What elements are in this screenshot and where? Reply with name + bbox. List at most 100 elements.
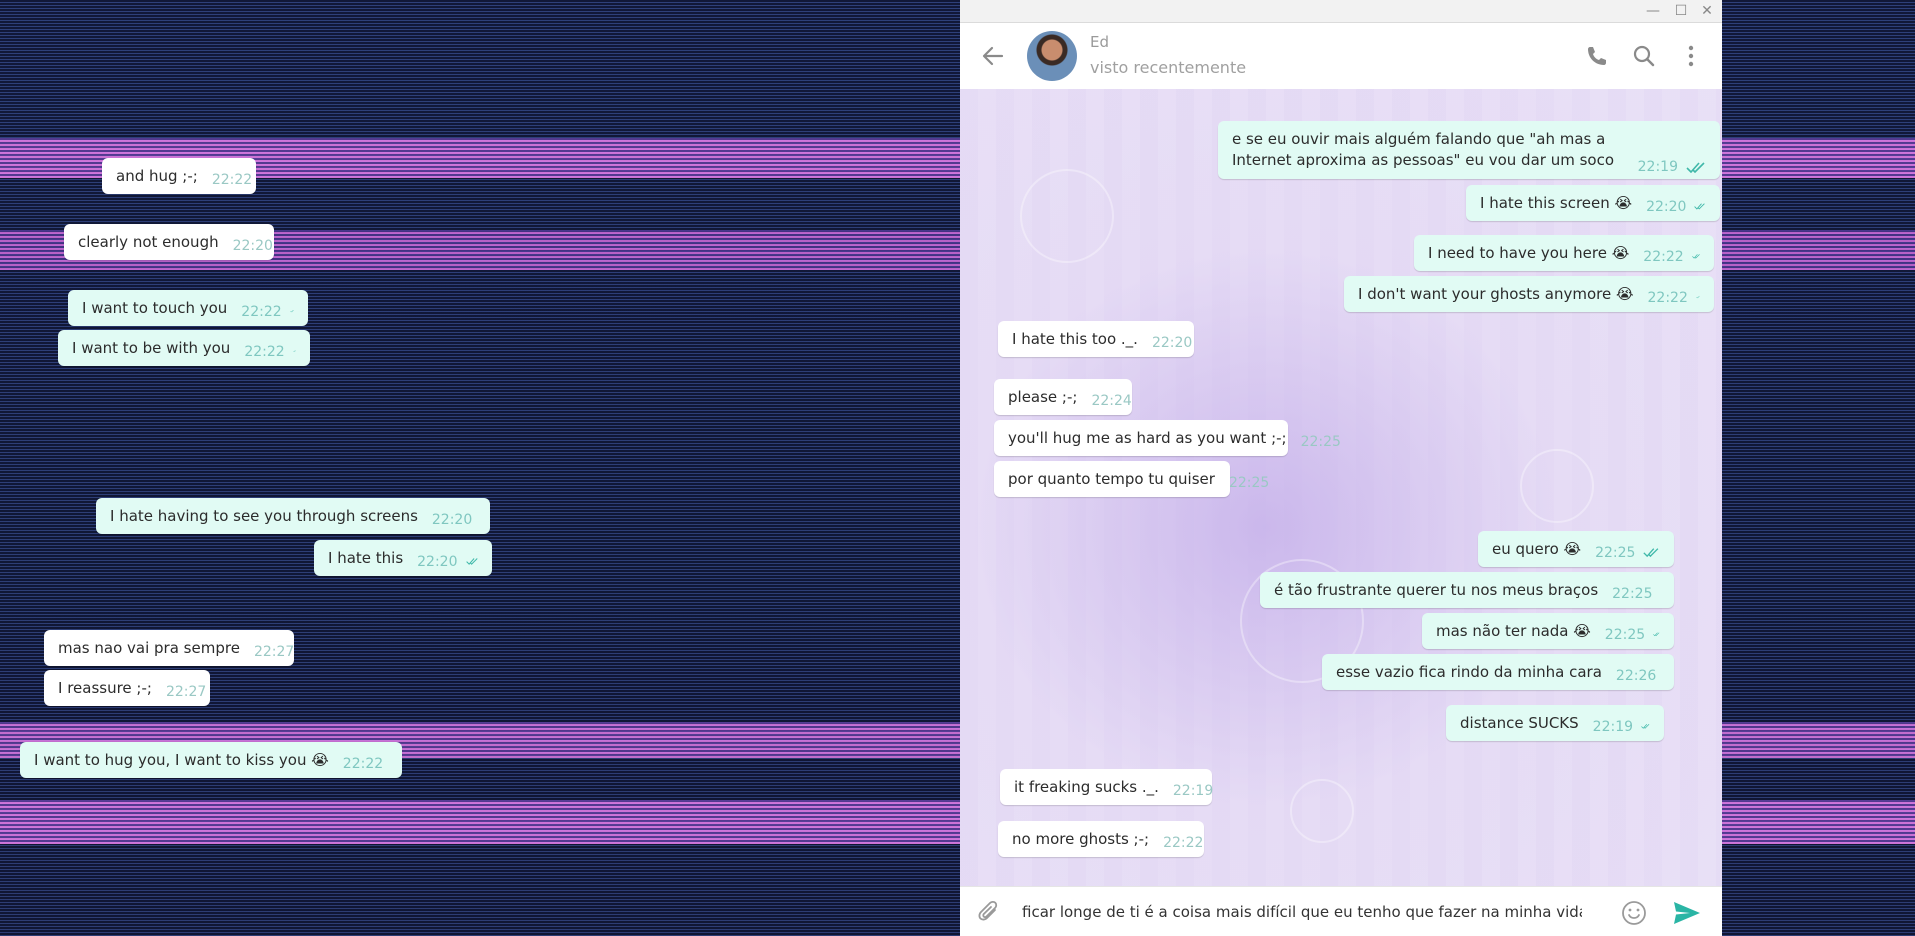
read-ticks-icon bbox=[292, 350, 296, 353]
minimize-button[interactable]: — bbox=[1644, 2, 1662, 20]
paperclip-icon[interactable] bbox=[976, 899, 1002, 925]
message-bubble-incoming[interactable]: it freaking sucks ._. 22:19 bbox=[1000, 769, 1214, 805]
read-ticks-icon bbox=[465, 558, 478, 565]
wallpaper-doodle bbox=[1020, 169, 1114, 263]
message-text: clearly not enough bbox=[78, 233, 219, 251]
emoji-icon[interactable] bbox=[1620, 899, 1648, 927]
bg-message-bubble: I want to touch you 22:22 bbox=[68, 290, 308, 326]
message-bubble-outgoing[interactable]: I need to have you here 😭 22:22 bbox=[1414, 235, 1714, 271]
message-time: 22:22 bbox=[1647, 290, 1688, 306]
contact-status: visto recentemente bbox=[1090, 58, 1247, 77]
message-text: I need to have you here 😭 bbox=[1428, 244, 1630, 262]
bg-message-bubble: I want to be with you 22:22 bbox=[58, 330, 310, 366]
message-list[interactable]: e se eu ouvir mais alguém falando que "a… bbox=[960, 89, 1722, 886]
message-bubble-outgoing[interactable]: I hate this screen 😭 22:20 bbox=[1466, 185, 1720, 221]
message-time: 22:22 bbox=[342, 756, 384, 772]
message-text: I want to touch you bbox=[82, 299, 228, 317]
message-bubble-outgoing[interactable]: esse vazio fica rindo da minha cara 22:2… bbox=[1322, 654, 1674, 690]
send-icon[interactable] bbox=[1672, 899, 1702, 927]
message-text: é tão frustrante querer tu nos meus braç… bbox=[1274, 581, 1599, 599]
message-time: 22:22 bbox=[211, 172, 253, 188]
message-bubble-outgoing[interactable]: mas não ter nada 😭 22:25 bbox=[1422, 613, 1674, 649]
message-text: esse vazio fica rindo da minha cara bbox=[1336, 663, 1602, 681]
avatar[interactable] bbox=[1027, 31, 1077, 81]
message-time: 22:25 bbox=[1300, 434, 1341, 450]
read-ticks-icon bbox=[1695, 296, 1700, 299]
read-ticks-icon bbox=[1694, 203, 1706, 210]
message-time: 22:25 bbox=[1604, 627, 1646, 643]
message-time: 22:19 bbox=[1172, 783, 1214, 799]
message-time: 22:27 bbox=[165, 684, 207, 700]
read-ticks-icon bbox=[1691, 254, 1700, 259]
message-text: I hate having to see you through screens bbox=[110, 507, 418, 525]
contact-name[interactable]: Ed bbox=[1090, 33, 1109, 51]
maximize-button[interactable]: ☐ bbox=[1672, 2, 1690, 20]
read-ticks-icon bbox=[1641, 723, 1650, 729]
message-bubble-outgoing[interactable]: é tão frustrante querer tu nos meus braç… bbox=[1260, 572, 1674, 608]
message-time: 22:26 bbox=[1615, 668, 1657, 684]
message-time: 22:20 bbox=[1646, 199, 1687, 215]
search-icon[interactable] bbox=[1631, 43, 1657, 69]
message-time: 22:22 bbox=[1163, 835, 1204, 851]
message-bubble-incoming[interactable]: no more ghosts ;-; 22:22 bbox=[998, 821, 1204, 857]
message-time: 22:19 bbox=[1592, 719, 1634, 735]
message-text: I hate this bbox=[328, 549, 404, 567]
bg-message-bubble: I hate having to see you through screens… bbox=[96, 498, 490, 534]
message-text: eu quero 😭 bbox=[1492, 540, 1582, 558]
more-vertical-icon[interactable] bbox=[1678, 43, 1704, 69]
message-time: 22:20 bbox=[1151, 335, 1193, 351]
message-text: no more ghosts ;-; bbox=[1012, 830, 1150, 848]
wallpaper-doodle bbox=[1290, 779, 1354, 843]
bg-message-bubble: I hate this 22:20 bbox=[314, 540, 492, 576]
message-time: 22:27 bbox=[253, 644, 295, 660]
message-text: you'll hug me as hard as you want ;-; bbox=[1008, 429, 1287, 447]
read-ticks-icon bbox=[1643, 548, 1659, 558]
back-arrow-icon[interactable] bbox=[980, 43, 1006, 69]
message-time: 22:25 bbox=[1595, 545, 1636, 561]
message-text: I hate this screen 😭 bbox=[1480, 194, 1633, 212]
message-text: mas nao vai pra sempre bbox=[58, 639, 240, 657]
chat-header: Ed visto recentemente bbox=[960, 23, 1722, 89]
bg-message-bubble: I reassure ;-; 22:27 bbox=[44, 670, 210, 706]
chat-window: — ☐ ✕ Ed visto recentemente e se eu ouvi… bbox=[960, 0, 1722, 936]
bg-message-bubble: I want to hug you, I want to kiss you 😭 … bbox=[20, 742, 402, 778]
message-bubble-incoming[interactable]: I hate this too ._. 22:20 bbox=[998, 321, 1194, 357]
message-bubble-outgoing[interactable]: distance SUCKS 22:19 bbox=[1446, 705, 1664, 741]
bg-message-bubble: clearly not enough 22:20 bbox=[64, 224, 274, 260]
message-time: 22:22 bbox=[241, 304, 282, 320]
read-ticks-icon bbox=[1653, 632, 1660, 637]
message-time: 22:25 bbox=[1228, 475, 1270, 491]
message-time: 22:22 bbox=[1643, 249, 1684, 265]
message-text: it freaking sucks ._. bbox=[1014, 778, 1159, 796]
message-text: I hate this too ._. bbox=[1012, 330, 1138, 348]
title-bar: — ☐ ✕ bbox=[960, 0, 1722, 23]
message-bubble-outgoing[interactable]: eu quero 😭 22:25 bbox=[1478, 531, 1674, 567]
message-bubble-incoming[interactable]: you'll hug me as hard as you want ;-; 22… bbox=[994, 420, 1341, 456]
bg-message-bubble: and hug ;-; 22:22 bbox=[102, 158, 256, 194]
message-time: 22:22 bbox=[244, 344, 285, 360]
message-text: mas não ter nada 😭 bbox=[1436, 622, 1591, 640]
message-input[interactable] bbox=[1022, 897, 1582, 927]
message-text: I don't want your ghosts anymore 😭 bbox=[1358, 285, 1634, 303]
message-time: 22:20 bbox=[417, 554, 458, 570]
close-button[interactable]: ✕ bbox=[1698, 2, 1716, 20]
message-bubble-outgoing[interactable]: e se eu ouvir mais alguém falando que "a… bbox=[1218, 121, 1720, 179]
message-text: distance SUCKS bbox=[1460, 714, 1579, 732]
message-bubble-incoming[interactable]: por quanto tempo tu quiser 22:25 bbox=[994, 461, 1269, 497]
composer-bar bbox=[960, 886, 1722, 936]
message-text: por quanto tempo tu quiser bbox=[1008, 470, 1215, 488]
message-time: 22:20 bbox=[431, 512, 473, 528]
read-ticks-icon bbox=[1686, 162, 1705, 173]
message-time: 22:20 bbox=[232, 238, 273, 254]
message-text: I reassure ;-; bbox=[58, 679, 152, 697]
message-bubble-outgoing[interactable]: I don't want your ghosts anymore 😭 22:22 bbox=[1344, 276, 1714, 312]
message-bubble-incoming[interactable]: please ;-; 22:24 bbox=[994, 379, 1132, 415]
wallpaper-doodle bbox=[1520, 449, 1594, 523]
phone-icon[interactable] bbox=[1584, 43, 1610, 69]
message-text: and hug ;-; bbox=[116, 167, 198, 185]
message-text: please ;-; bbox=[1008, 388, 1078, 406]
message-time: 22:24 bbox=[1091, 393, 1132, 409]
message-text: I want to hug you, I want to kiss you 😭 bbox=[34, 751, 329, 769]
message-text: e se eu ouvir mais alguém falando que "a… bbox=[1232, 130, 1615, 169]
message-time: 22:25 bbox=[1612, 586, 1653, 602]
